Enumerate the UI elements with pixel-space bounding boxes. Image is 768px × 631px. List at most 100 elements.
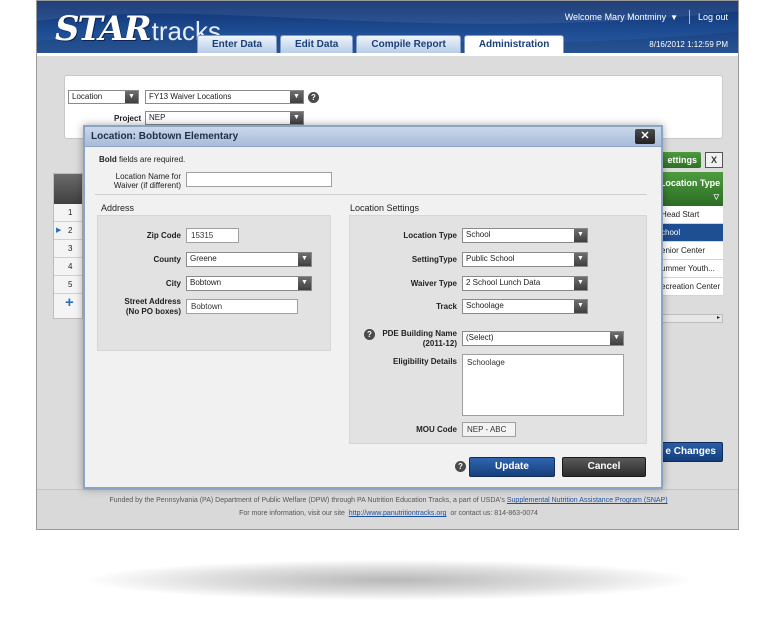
eligibility-details-textarea[interactable]: Schoolage [462, 354, 624, 416]
records-grid-left: 1 ▶ 2 3 4 5 + [53, 173, 83, 319]
track-label: Track [436, 302, 457, 311]
location-type-value: School [466, 230, 491, 239]
entity-select[interactable]: Location ▼ [68, 90, 139, 104]
chevron-down-icon: ▼ [574, 253, 587, 266]
county-select-value: Greene [190, 254, 217, 263]
setting-type-label: SettingType [411, 255, 457, 264]
county-select[interactable]: Greene ▼ [186, 252, 312, 267]
header-separator [689, 10, 690, 24]
chevron-down-icon: ▼ [298, 253, 311, 266]
page-footer: Funded by the Pennsylvania (PA) Departme… [37, 489, 738, 529]
required-note-text: fields are required. [119, 155, 186, 164]
footer-info-text: For more information, visit our site [239, 510, 345, 517]
row-pointer-icon: ▶ [56, 227, 62, 234]
entity-select-value: Location [72, 92, 103, 101]
snap-link[interactable]: Supplemental Nutrition Assistance Progra… [507, 497, 668, 504]
footer-funding-text: Funded by the Pennsylvania (PA) Departme… [109, 497, 505, 504]
logo-star-text: STAR [55, 9, 152, 49]
save-changes-button[interactable]: e Changes [657, 442, 723, 462]
waiver-type-label: Waiver Type [410, 279, 457, 288]
website-link[interactable]: http://www.panutritiontracks.org [349, 510, 447, 517]
tab-enter-data[interactable]: Enter Data [197, 35, 278, 53]
dialog-titlebar[interactable]: Location: Bobtown Elementary ✕ [85, 127, 661, 147]
table-row[interactable]: 5 [54, 276, 82, 294]
table-row[interactable]: 3 [54, 240, 82, 258]
city-select[interactable]: Bobtown ▼ [186, 276, 312, 291]
footer-contact-line: For more information, visit our site htt… [37, 510, 738, 517]
eligibility-details-label: Eligibility Details [392, 357, 457, 366]
filter-icon[interactable]: ▽ [714, 192, 719, 203]
project-select-value: NEP [149, 113, 166, 122]
help-icon[interactable]: ? [455, 461, 466, 472]
location-name-input[interactable] [186, 172, 332, 187]
close-icon[interactable]: ✕ [635, 129, 655, 144]
project-select[interactable]: NEP ▼ [145, 111, 304, 125]
stage: STAR tracks Welcome Mary Montminy ▼ Log … [0, 0, 768, 631]
table-row[interactable]: 4 [54, 258, 82, 276]
current-datetime: 8/16/2012 1:12:59 PM [649, 40, 728, 49]
cancel-button[interactable]: Cancel [562, 457, 646, 477]
table-row[interactable]: ummer Youth... [657, 260, 723, 278]
welcome-text: Welcome Mary Montminy [564, 12, 667, 22]
county-label: County [153, 255, 181, 264]
chevron-down-icon: ▼ [290, 91, 303, 103]
setting-type-select[interactable]: Public School ▼ [462, 252, 588, 267]
tab-edit-data[interactable]: Edit Data [280, 35, 354, 53]
list-select[interactable]: FY13 Waiver Locations ▼ [145, 90, 304, 104]
app-header: STAR tracks Welcome Mary Montminy ▼ Log … [37, 1, 738, 53]
table-row[interactable]: ecreation Center [657, 278, 723, 296]
waiver-type-select[interactable]: 2 School Lunch Data ▼ [462, 276, 588, 291]
footer-contact-text: or contact us: 814-863-0074 [450, 510, 538, 517]
track-select[interactable]: Schoolage ▼ [462, 299, 588, 314]
table-row-selected[interactable]: chool [657, 224, 723, 242]
chevron-down-icon: ▼ [125, 91, 138, 103]
street-address-sublabel: (No PO boxes) [125, 307, 181, 316]
help-icon[interactable]: ? [308, 92, 319, 103]
required-note-bold: Bold [99, 155, 117, 164]
tabbar-underline [37, 53, 738, 56]
update-button[interactable]: Update [469, 457, 555, 477]
tab-compile-report[interactable]: Compile Report [356, 35, 461, 53]
horizontal-scrollbar[interactable]: ▸ [657, 314, 723, 323]
street-address-label: Street Address [124, 297, 181, 306]
location-type-header-text: Location Type [659, 178, 721, 188]
chevron-down-icon: ▼ [574, 229, 587, 242]
mou-code-label: MOU Code [416, 425, 457, 434]
waiver-type-value: 2 School Lunch Data [466, 278, 541, 287]
table-row[interactable]: 1 [54, 204, 82, 222]
screen-shadow [90, 560, 690, 600]
location-type-column-header[interactable]: Location Type ▽ [657, 172, 723, 206]
chevron-down-icon: ▼ [290, 112, 303, 124]
zip-code-input[interactable] [186, 228, 239, 243]
pde-building-sublabel: (2011-12) [422, 339, 457, 348]
settings-button[interactable]: ettings [657, 152, 701, 168]
table-row[interactable]: ▶ 2 [54, 222, 82, 240]
grid-header [54, 174, 82, 204]
pde-building-select[interactable]: (Select) ▼ [462, 331, 624, 346]
street-address-input[interactable] [186, 299, 298, 314]
dialog-title: Location: Bobtown Elementary [91, 131, 239, 142]
add-row-icon[interactable]: + [54, 294, 82, 314]
mou-code-input[interactable] [462, 422, 516, 437]
city-select-value: Bobtown [190, 278, 222, 287]
chevron-down-icon: ▼ [574, 300, 587, 313]
setting-type-value: Public School [466, 254, 515, 263]
table-row[interactable]: Head Start [657, 206, 723, 224]
user-menu[interactable]: Welcome Mary Montminy ▼ [565, 12, 678, 22]
chevron-down-icon: ▼ [574, 277, 587, 290]
tab-administration[interactable]: Administration [463, 35, 565, 53]
address-section-title: Address [101, 203, 135, 213]
help-icon[interactable]: ? [364, 329, 375, 340]
location-name-label: Location Name for Waiver (if different) [113, 172, 181, 190]
list-select-value: FY13 Waiver Locations [149, 92, 232, 101]
export-excel-icon[interactable]: X [705, 152, 723, 168]
city-label: City [165, 279, 181, 288]
location-type-select[interactable]: School ▼ [462, 228, 588, 243]
row-number: 1 [68, 208, 73, 217]
logout-link[interactable]: Log out [698, 12, 728, 22]
zip-code-label: Zip Code [146, 231, 181, 240]
location-dialog: Location: Bobtown Elementary ✕ Bold fiel… [83, 125, 663, 489]
row-number: 4 [68, 262, 73, 271]
table-row[interactable]: enior Center [657, 242, 723, 260]
required-note: Bold fields are required. [99, 155, 185, 164]
